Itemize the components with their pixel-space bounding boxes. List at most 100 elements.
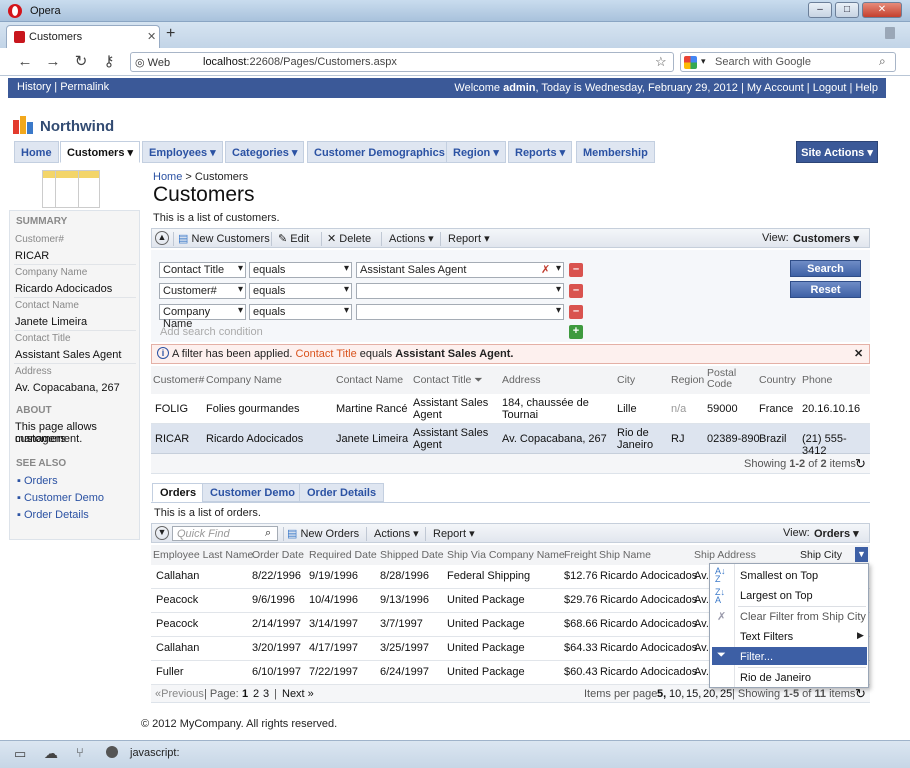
page-size-link[interactable]: 20, — [703, 688, 718, 700]
search-input[interactable]: Search with Google — [715, 56, 811, 68]
page-size-current[interactable]: 5, — [657, 688, 666, 700]
add-condition-button[interactable]: + — [569, 325, 583, 339]
column-header[interactable]: Country — [759, 374, 796, 386]
close-window-button[interactable]: ✕ — [862, 2, 902, 18]
menu-item-clear-filter[interactable]: Clear Filter from Ship City — [740, 611, 866, 623]
filter-operator-select[interactable]: equals — [249, 304, 352, 320]
logout-link[interactable]: Logout — [813, 82, 847, 94]
customer-id-link[interactable]: RICAR — [155, 433, 189, 445]
column-header[interactable]: Order Date — [252, 549, 304, 561]
filter-value-input[interactable] — [356, 283, 564, 299]
orders-report-menu[interactable]: Report ▾ — [433, 527, 475, 540]
search-engine-chevron-icon[interactable]: ▾ — [701, 56, 706, 67]
orders-actions-menu[interactable]: Actions ▾ — [374, 527, 419, 540]
new-orders-button[interactable]: ▤ New Orders — [287, 527, 359, 540]
close-alert-icon[interactable]: ✕ — [854, 347, 863, 360]
column-header[interactable]: City — [617, 374, 635, 386]
menu-customer-demographics[interactable]: Customer Demographics — [307, 141, 452, 163]
trash-icon[interactable] — [885, 27, 895, 39]
column-header[interactable]: Freight — [564, 549, 597, 561]
column-header[interactable]: Ship Address — [694, 549, 756, 561]
delete-button[interactable]: ✕ Delete — [327, 232, 371, 245]
page-link[interactable]: 2 — [253, 688, 259, 700]
menu-home[interactable]: Home — [14, 141, 59, 163]
column-header[interactable]: Contact Name — [336, 374, 403, 386]
table-row-selected[interactable]: RICAR Ricardo Adocicados Janete Limeira … — [151, 424, 870, 457]
remove-condition-button[interactable]: – — [569, 284, 583, 298]
back-icon[interactable]: ← — [16, 53, 34, 71]
menu-region[interactable]: Region ▾ — [446, 141, 506, 163]
reload-icon[interactable]: ↻ — [72, 53, 90, 71]
column-header[interactable]: Required Date — [309, 549, 377, 561]
column-header[interactable]: Ship Via Company Name — [447, 549, 565, 561]
site-actions-button[interactable]: Site Actions ▾ — [796, 141, 878, 163]
filter-field-select[interactable]: Customer# — [159, 283, 246, 299]
remove-condition-button[interactable]: – — [569, 263, 583, 277]
forward-icon[interactable]: → — [44, 53, 62, 71]
filter-field-select[interactable]: Company Name — [159, 304, 246, 330]
permalink-link[interactable]: Permalink — [60, 81, 109, 93]
help-link[interactable]: Help — [855, 82, 878, 94]
history-link[interactable]: History — [17, 81, 51, 93]
share-icon[interactable]: ⑂ — [76, 745, 84, 760]
new-tab-icon[interactable]: + — [166, 25, 175, 43]
tab-customers[interactable]: Customers ✕ — [6, 25, 160, 48]
report-menu[interactable]: Report ▾ — [448, 232, 490, 245]
tab-orders[interactable]: Orders — [152, 483, 205, 502]
menu-item-filter[interactable]: Filter... — [740, 651, 773, 663]
address-url[interactable]: localhost:22608/Pages/Customers.aspx — [203, 56, 397, 68]
address-bar[interactable]: ◎ Web localhost:22608/Pages/Customers.as… — [130, 52, 674, 72]
search-icon[interactable]: ⌕ — [265, 527, 271, 540]
column-header[interactable]: Address — [502, 374, 541, 386]
menu-categories[interactable]: Categories ▾ — [225, 141, 305, 163]
bookmark-star-icon[interactable]: ☆ — [655, 54, 667, 70]
minimize-button[interactable]: – — [808, 2, 832, 18]
filter-operator-select[interactable]: equals — [249, 262, 352, 278]
see-also-customer-demo-link[interactable]: ▪ Customer Demo — [17, 492, 104, 504]
column-header[interactable]: Employee Last Name — [153, 549, 253, 561]
filter-field-select[interactable]: Contact Title — [159, 262, 246, 278]
menu-membership[interactable]: Membership — [576, 141, 655, 163]
column-header[interactable]: Contact Title ⏷ — [413, 374, 483, 387]
column-header-ship-city[interactable]: Ship City — [800, 549, 842, 561]
reset-button[interactable]: Reset — [790, 281, 861, 298]
column-header[interactable]: Company Name — [206, 374, 282, 386]
new-customers-button[interactable]: ▤ New Customers — [178, 232, 270, 245]
edit-button[interactable]: ✎ Edit — [278, 232, 309, 245]
tab-close-icon[interactable]: ✕ — [147, 30, 156, 43]
menu-item-largest-on-top[interactable]: Largest on Top — [740, 590, 813, 602]
column-dropdown-icon[interactable]: ▼ — [855, 547, 868, 562]
customer-id-link[interactable]: FOLIG — [155, 403, 188, 415]
menu-customers[interactable]: Customers ▾ — [60, 141, 141, 163]
filter-value-input[interactable] — [356, 304, 564, 320]
filter-operator-select[interactable]: equals — [249, 283, 352, 299]
see-also-orders-link[interactable]: ▪ Orders — [17, 475, 58, 487]
search-icon[interactable]: ⌕ — [879, 54, 886, 69]
expand-icon[interactable]: ▼ — [155, 526, 169, 540]
collapse-filter-icon[interactable]: ▲ — [155, 231, 169, 245]
page-size-link[interactable]: 25 — [720, 688, 732, 700]
remove-condition-button[interactable]: – — [569, 305, 583, 319]
maximize-button[interactable]: □ — [835, 2, 859, 18]
page-link[interactable]: 3 — [263, 688, 269, 700]
refresh-icon[interactable]: ↻ — [855, 456, 866, 472]
tab-customer-demo[interactable]: Customer Demo — [202, 483, 303, 502]
menu-employees[interactable]: Employees ▾ — [142, 141, 223, 163]
column-header[interactable]: Postal Code — [707, 368, 741, 390]
my-account-link[interactable]: My Account — [747, 82, 804, 94]
refresh-icon[interactable]: ↻ — [855, 686, 866, 702]
search-button[interactable]: Search — [790, 260, 861, 277]
previous-page-link[interactable]: «Previous — [155, 688, 204, 700]
panel-toggle-icon[interactable]: ▭ — [14, 746, 26, 762]
menu-reports[interactable]: Reports ▾ — [508, 141, 573, 163]
view-selector[interactable]: Customers ▾ — [793, 232, 859, 245]
tab-order-details[interactable]: Order Details — [299, 483, 385, 502]
menu-item-rio-de-janeiro[interactable]: Rio de Janeiro — [740, 672, 811, 684]
actions-menu[interactable]: Actions ▾ — [389, 232, 434, 245]
column-header[interactable]: Region — [671, 374, 704, 386]
table-row[interactable]: FOLIG Folies gourmandes Martine Rancé As… — [151, 394, 870, 424]
column-header[interactable]: Customer# — [153, 374, 204, 386]
column-header[interactable]: Shipped Date — [380, 549, 444, 561]
search-box[interactable]: ▾ Search with Google ⌕ — [680, 52, 896, 72]
page-size-link[interactable]: 15, — [686, 688, 701, 700]
